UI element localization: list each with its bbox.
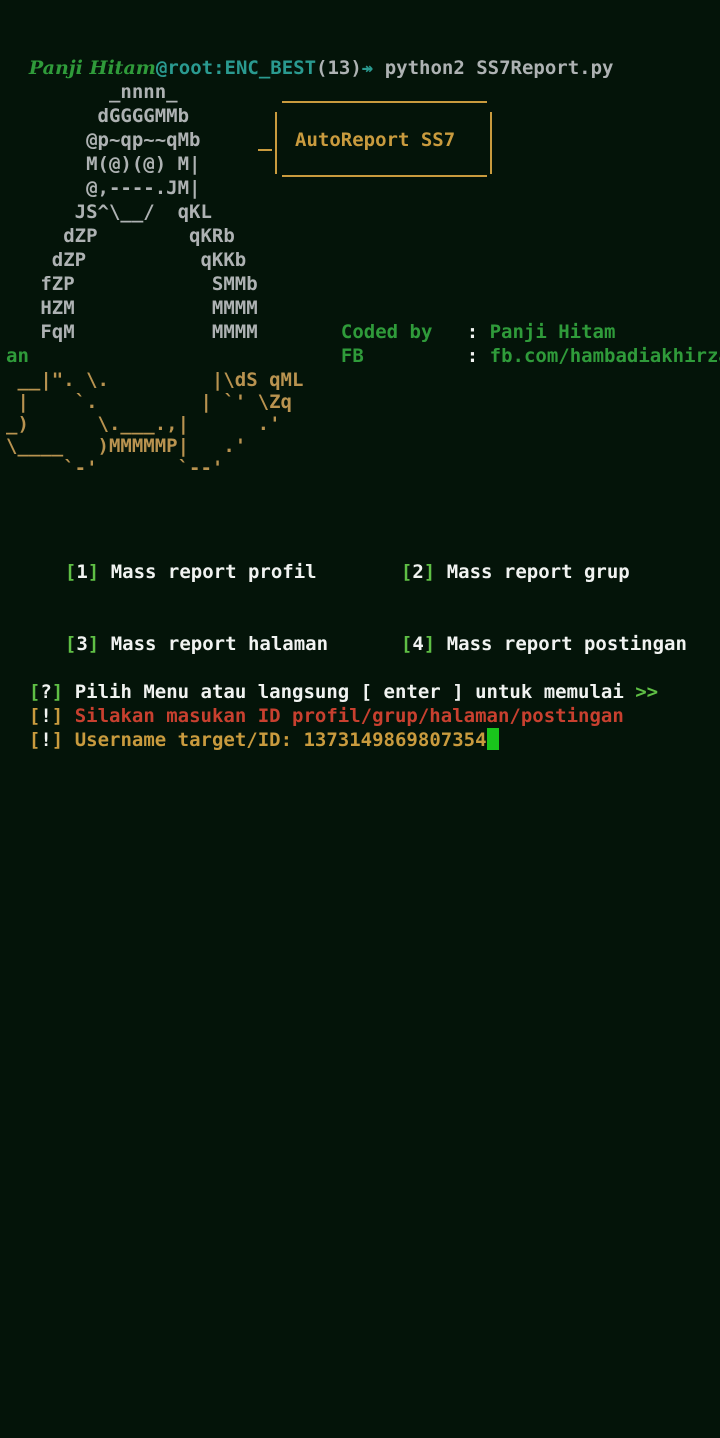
menu-key: 2 [412, 561, 424, 583]
ascii-art-line: HZM MMMM [6, 297, 258, 319]
menu-key: 1 [76, 561, 88, 583]
menu-item-2[interactable]: [2] Mass report grup [378, 536, 630, 584]
input-tag: ! [40, 729, 52, 751]
fb-line: FB : fb.com/hambadiakhirzam [318, 320, 720, 367]
fb-label: FB [340, 345, 364, 367]
menu-prompt-line: [?] Pilih Menu atau langsung [ enter ] u… [28, 681, 659, 703]
prompt-host: @root:ENC_BEST [155, 57, 317, 79]
prompt-arrow-icon: ↠ [361, 57, 374, 79]
menu-label: Mass report postingan [446, 633, 687, 655]
menu-label: Mass report halaman [110, 633, 329, 655]
menu-label: Mass report grup [446, 561, 630, 583]
input-value[interactable]: 1373149869807354 [303, 729, 486, 751]
input-label: Username target/ID: [74, 729, 304, 751]
menu-key: 3 [76, 633, 88, 655]
menu-item-3[interactable]: [3] Mass report halaman [42, 608, 328, 656]
fb-value: fb.com/hambadiakhirzam [489, 345, 720, 367]
input-line[interactable]: [!] Username target/ID: 1373149869807354 [6, 704, 499, 751]
fb-wrap: an [6, 345, 29, 367]
ascii-art-line: __|". \. |\dS qML [6, 369, 304, 391]
ascii-art-line: _) \.___.,| .' [6, 413, 281, 435]
prompt-user: Panji Hitam [28, 57, 156, 79]
chevron-right-icon: >> [635, 681, 659, 703]
box-title: AutoReport SS7 [295, 129, 456, 151]
ascii-art-line: \____ )MMMMMP| .' [6, 435, 247, 457]
menu-label: Mass report profil [110, 561, 317, 583]
menu-key: 4 [412, 633, 424, 655]
prompt-count: (13) [316, 57, 362, 79]
title-box [258, 101, 492, 177]
menu-item-1[interactable]: [1] Mass report profil [42, 536, 317, 584]
ascii-art-line: `-' `--' [6, 457, 224, 479]
warning-line: [!] Silakan masukan ID profil/grup/halam… [28, 705, 624, 727]
coded-by-line: Coded by : Panji Hitam [340, 321, 616, 343]
prompt-command: python2 SS7Report.py [384, 57, 614, 79]
ascii-art-line: FqM MMMM [6, 321, 258, 343]
ascii-art-line: | `. | `' \Zq [6, 391, 292, 413]
terminal-cursor [486, 728, 499, 750]
prompt-line: Panji Hitam@root:ENC_BEST(13)↠ python2 S… [6, 32, 614, 79]
menu-item-4[interactable]: [4] Mass report postingan [378, 608, 687, 656]
